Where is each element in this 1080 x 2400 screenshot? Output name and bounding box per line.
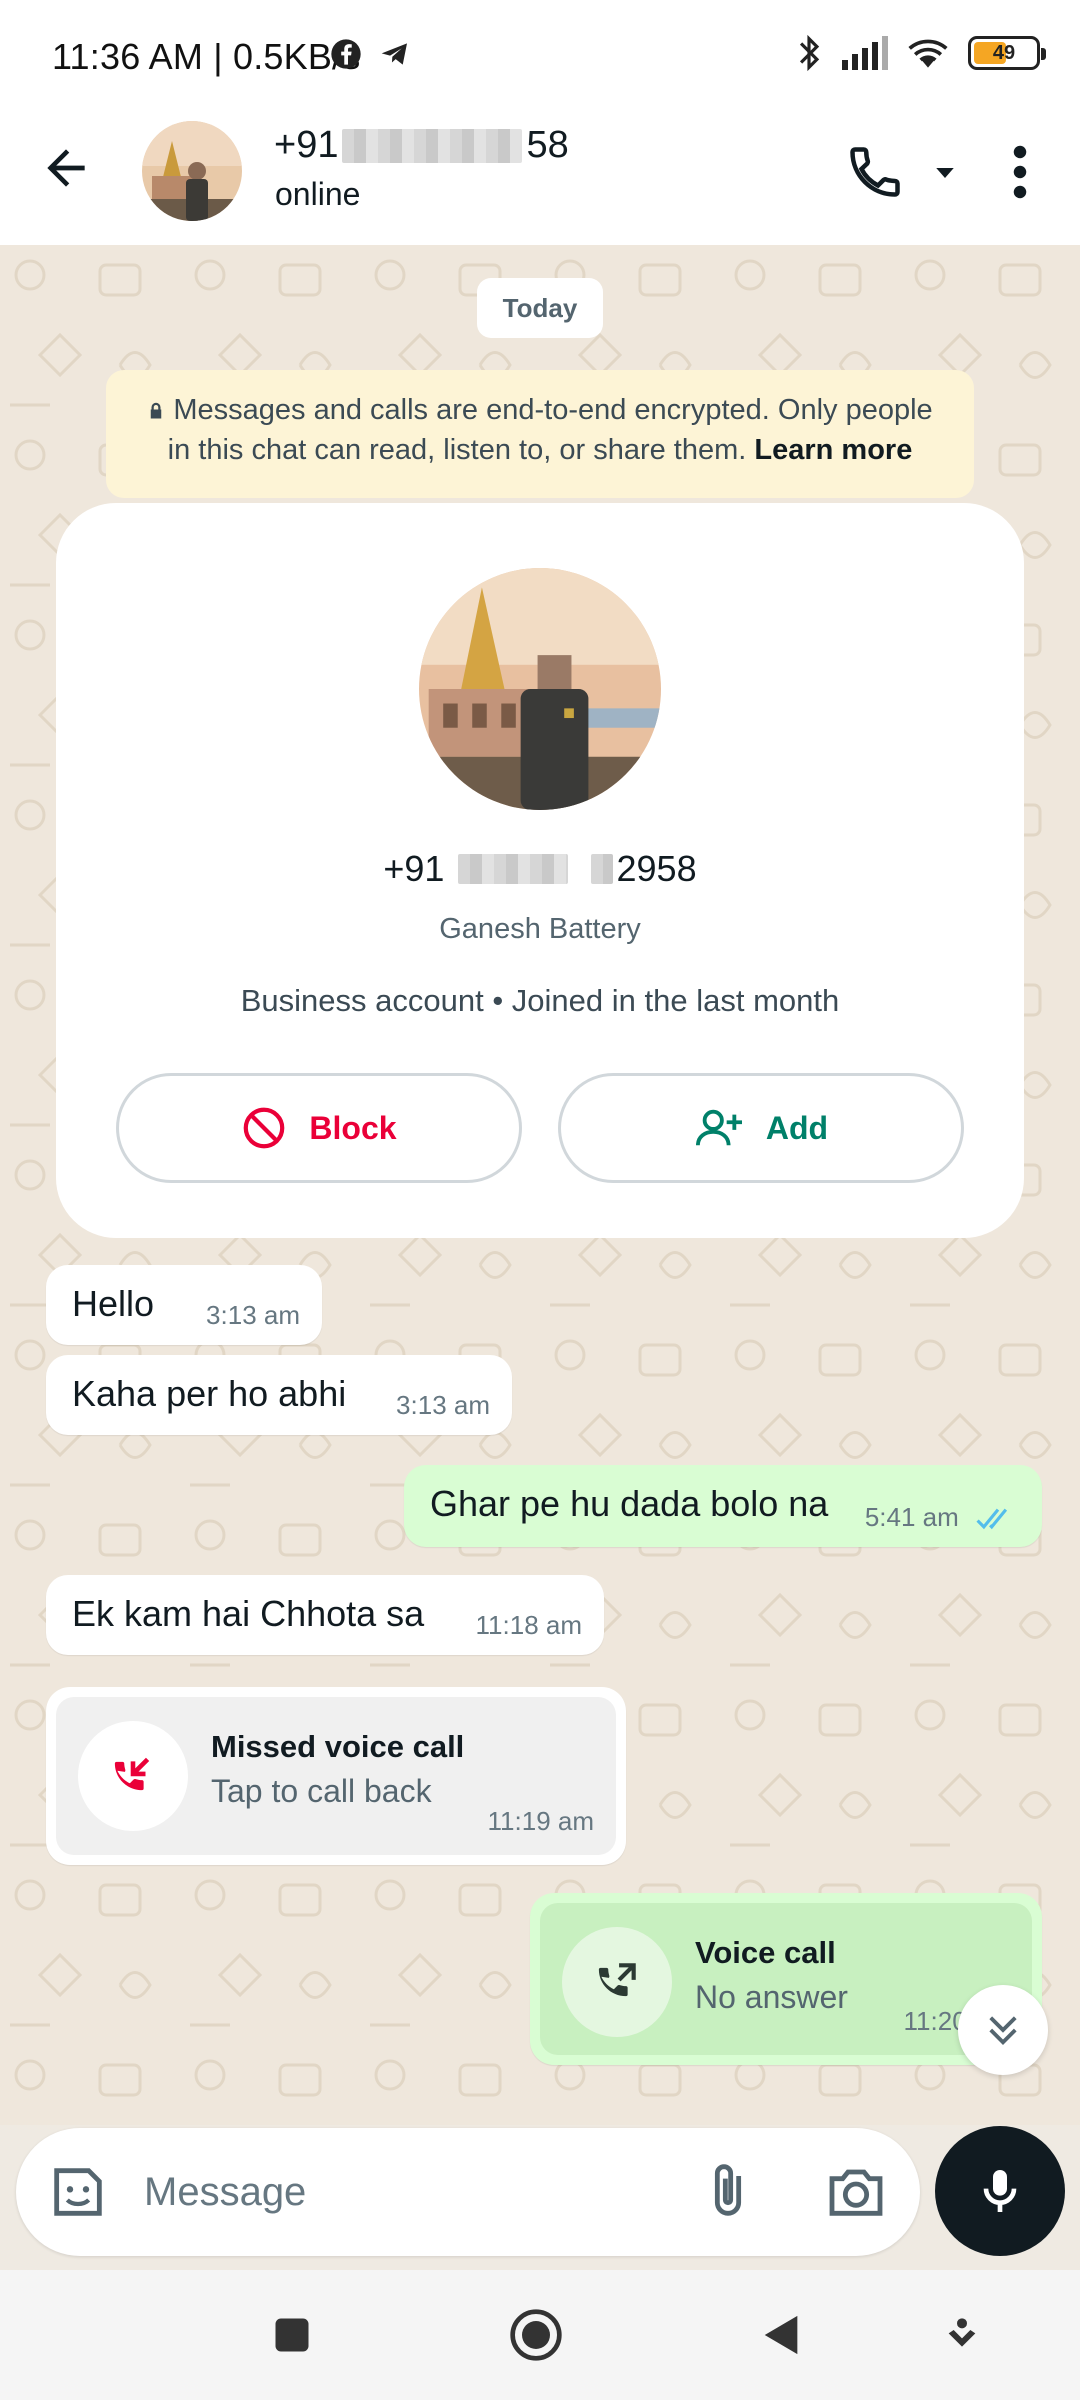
contact-avatar[interactable] xyxy=(142,121,242,221)
sticker-button[interactable] xyxy=(46,2160,110,2224)
sticker-icon xyxy=(54,2168,102,2216)
message-input[interactable] xyxy=(144,2156,684,2228)
message-text: Hello xyxy=(72,1283,155,1324)
square-icon xyxy=(275,2318,309,2352)
profile-phone-prefix: +91 xyxy=(383,848,445,889)
lock-icon xyxy=(151,402,162,419)
home-button[interactable] xyxy=(506,2305,566,2365)
missed-call-bubble[interactable]: Missed voice call Tap to call back 11:19… xyxy=(46,1687,626,1865)
double-chevron-down-icon xyxy=(989,2016,1017,2045)
battery-icon: 49 xyxy=(968,36,1046,70)
back-button[interactable] xyxy=(38,140,94,196)
message-time: 3:13 am xyxy=(206,1300,300,1330)
date-divider: Today xyxy=(477,278,603,338)
recents-button[interactable] xyxy=(262,2305,322,2365)
block-icon xyxy=(244,1107,285,1149)
add-user-icon xyxy=(695,1109,742,1146)
status-system-icons: 49 xyxy=(796,34,1046,72)
profile-photo[interactable] xyxy=(419,568,661,810)
camera-button[interactable] xyxy=(824,2160,888,2224)
missed-call-title: Missed voice call xyxy=(211,1729,465,1764)
arrow-left-icon xyxy=(47,149,85,187)
message-time-text: 5:41 am xyxy=(864,1502,959,1532)
contact-name[interactable]: +91 58 xyxy=(274,124,569,167)
profile-phone-suffix: 2958 xyxy=(616,848,697,889)
business-name: Ganesh Battery xyxy=(439,913,641,945)
message-text: Ek kam hai Chhota sa xyxy=(72,1593,425,1634)
chevron-down-dot-icon xyxy=(948,2318,976,2347)
contact-name-prefix: +91 xyxy=(274,124,339,166)
bluetooth-icon xyxy=(799,34,820,72)
message-time: 3:13 am xyxy=(396,1390,490,1420)
message-bubble-outgoing[interactable]: Ghar pe hu dada bolo na 5:41 am xyxy=(404,1465,1042,1547)
missed-call-icon xyxy=(114,1757,150,1791)
add-label: Add xyxy=(765,1109,829,1146)
redacted-number-block xyxy=(458,854,569,884)
redacted-number-block xyxy=(590,854,613,884)
profile-photo-image xyxy=(419,568,661,810)
missed-call-subtitle: Tap to call back xyxy=(211,1773,432,1809)
profile-phone-number: +91 2958 xyxy=(56,848,1024,890)
home-circle-icon xyxy=(510,2309,562,2361)
battery-level: 49 xyxy=(992,41,1016,64)
voice-call-button[interactable] xyxy=(845,142,905,202)
paperclip-icon xyxy=(714,2164,742,2216)
system-nav-bar xyxy=(0,2270,1080,2400)
message-composer xyxy=(16,2128,920,2256)
missed-call-content: Missed voice call Tap to call back 11:19… xyxy=(56,1697,616,1855)
system-back-button[interactable] xyxy=(752,2305,812,2365)
block-button[interactable]: Block xyxy=(116,1073,522,1183)
contact-name-suffix: 58 xyxy=(526,124,569,166)
chat-header: +91 58 online xyxy=(0,110,1080,245)
status-notification-icons xyxy=(330,38,412,70)
triangle-back-icon xyxy=(764,2315,798,2355)
status-bar: 11:36 AM | 0.5KB/s 49 xyxy=(0,0,1080,110)
voice-message-button[interactable] xyxy=(935,2126,1065,2256)
telegram-icon xyxy=(381,43,407,65)
facebook-icon xyxy=(331,39,361,69)
message-time: 11:18 am xyxy=(475,1610,582,1640)
message-text: Ghar pe hu dada bolo na xyxy=(430,1483,829,1524)
message-bubble-incoming[interactable]: Ek kam hai Chhota sa 11:18 am xyxy=(46,1575,604,1655)
encryption-notice[interactable]: Messages and calls are end-to-end encryp… xyxy=(106,370,974,498)
status-time: 11:36 AM | 0.5KB/s xyxy=(52,36,361,77)
microphone-icon xyxy=(983,2170,1017,2212)
missed-call-icon-wrap xyxy=(78,1721,188,1831)
message-bubble-incoming[interactable]: Kaha per ho abhi 3:13 am xyxy=(46,1355,512,1435)
block-label: Block xyxy=(309,1109,397,1146)
scroll-to-bottom-button[interactable] xyxy=(958,1985,1048,2075)
wifi-icon xyxy=(908,39,948,68)
add-contact-button[interactable]: Add xyxy=(558,1073,964,1183)
contact-status: online xyxy=(275,176,361,212)
attach-button[interactable] xyxy=(696,2158,760,2226)
missed-call-time: 11:19 am xyxy=(487,1806,594,1836)
outgoing-call-icon xyxy=(598,1963,636,1997)
redacted-number-block xyxy=(342,128,523,163)
signal-icon xyxy=(842,36,888,70)
message-text: Kaha per ho abhi xyxy=(72,1373,347,1414)
caret-down-icon xyxy=(936,168,954,178)
call-options-dropdown[interactable] xyxy=(930,158,960,188)
more-vertical-icon xyxy=(1013,145,1027,199)
voice-call-title: Voice call xyxy=(695,1935,836,1970)
business-account-meta: Business account • Joined in the last mo… xyxy=(240,983,840,1018)
message-time: 5:41 am xyxy=(865,1502,1020,1533)
contact-info-card: +91 2958 Ganesh Battery Business account… xyxy=(56,503,1024,1238)
outgoing-call-icon-wrap xyxy=(562,1927,672,2037)
message-bubble-incoming[interactable]: Hello 3:13 am xyxy=(46,1265,322,1345)
read-receipt-icon xyxy=(976,1508,1008,1530)
learn-more-link[interactable]: Learn more xyxy=(754,434,912,466)
avatar-photo xyxy=(142,121,242,221)
hide-nav-button[interactable] xyxy=(932,2305,992,2365)
camera-icon xyxy=(829,2169,883,2216)
more-options-button[interactable] xyxy=(1000,142,1040,202)
phone-icon xyxy=(850,147,900,197)
voice-call-subtitle: No answer xyxy=(695,1979,848,2015)
chat-area[interactable]: Today Messages and calls are end-to-end … xyxy=(0,245,1080,2125)
